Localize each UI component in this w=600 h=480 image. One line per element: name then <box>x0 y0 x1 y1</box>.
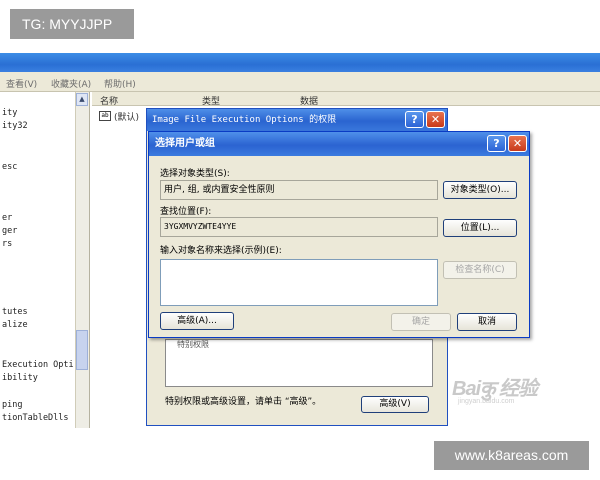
tree-item[interactable]: rs <box>2 239 12 249</box>
location-label: 查找位置(F): <box>160 207 212 217</box>
advanced-button[interactable]: 高级(A)... <box>160 312 234 330</box>
object-type-label: 选择对象类型(S): <box>160 169 230 179</box>
watermark-bottom: www.k8areas.com <box>434 441 589 470</box>
scroll-up-icon[interactable]: ▲ <box>76 93 88 106</box>
object-types-button[interactable]: 对象类型(O)... <box>443 181 517 199</box>
menu-view[interactable]: 查看(V) <box>6 77 37 90</box>
column-type[interactable]: 类型 <box>202 94 220 107</box>
select-users-dialog-title: 选择用户或组 <box>149 132 529 156</box>
tree-item[interactable]: er <box>2 213 12 223</box>
tree-item[interactable]: tionTableDlls <box>2 413 69 423</box>
scroll-thumb[interactable] <box>76 330 88 370</box>
baidu-logo-url: jingyan.baidu.com <box>458 398 515 405</box>
help-icon[interactable]: ? <box>487 135 506 152</box>
select-users-dialog: 选择用户或组 ? ✕ 选择对象类型(S): 用户, 组, 或内置安全性原则 对象… <box>148 131 530 338</box>
cancel-button[interactable]: 取消 <box>457 313 517 331</box>
advanced-settings-note: 特别权限或高级设置，请单击 “高级”。 <box>165 397 322 407</box>
tree-scrollbar[interactable] <box>75 92 89 428</box>
tree-item[interactable]: alize <box>2 320 28 330</box>
tree-item[interactable]: ping <box>2 400 22 410</box>
check-names-button[interactable]: 检查名称(C) <box>443 261 517 279</box>
object-type-field: 用户, 组, 或内置安全性原则 <box>160 180 438 200</box>
ok-button[interactable]: 确定 <box>391 313 451 331</box>
permissions-dialog-title: Image File Execution Options 的权限 <box>147 109 447 131</box>
baidu-logo: Baiकु 经验 <box>452 378 538 400</box>
watermark-top: TG: MYYJJPP <box>10 9 134 39</box>
column-data[interactable]: 数据 <box>300 94 318 107</box>
regedit-titlebar <box>0 53 600 72</box>
help-icon[interactable]: ? <box>405 111 424 128</box>
tree-item[interactable]: ibility <box>2 373 38 383</box>
column-name[interactable]: 名称 <box>100 94 118 107</box>
tree-item[interactable]: ger <box>2 226 17 236</box>
tree-item[interactable]: Execution Opti <box>2 360 74 370</box>
menubar: 查看(V) 收藏夹(A) 帮助(H) <box>0 72 600 92</box>
tree-item[interactable]: esc <box>2 162 17 172</box>
object-names-input[interactable] <box>160 259 438 306</box>
close-icon[interactable]: ✕ <box>426 111 445 128</box>
menu-help[interactable]: 帮助(H) <box>104 77 136 90</box>
list-header: 名称 类型 数据 <box>92 92 600 107</box>
tree-item[interactable]: ity32 <box>2 121 28 131</box>
object-names-label: 输入对象名称来选择(示例)(E): <box>160 246 282 256</box>
close-icon[interactable]: ✕ <box>508 135 527 152</box>
location-field: 3YGXMVYZWTE4YYE <box>160 217 438 237</box>
list-item[interactable]: (默认) <box>114 110 139 123</box>
permissions-advanced-button[interactable]: 高级(V) <box>361 396 429 413</box>
permissions-list-item: 特别权限 <box>177 340 209 349</box>
tree-item[interactable]: tutes <box>2 307 28 317</box>
menu-favorites[interactable]: 收藏夹(A) <box>51 77 91 90</box>
string-value-icon: ab <box>99 111 111 121</box>
tree-item[interactable]: ity <box>2 108 17 118</box>
locations-button[interactable]: 位置(L)... <box>443 219 517 237</box>
